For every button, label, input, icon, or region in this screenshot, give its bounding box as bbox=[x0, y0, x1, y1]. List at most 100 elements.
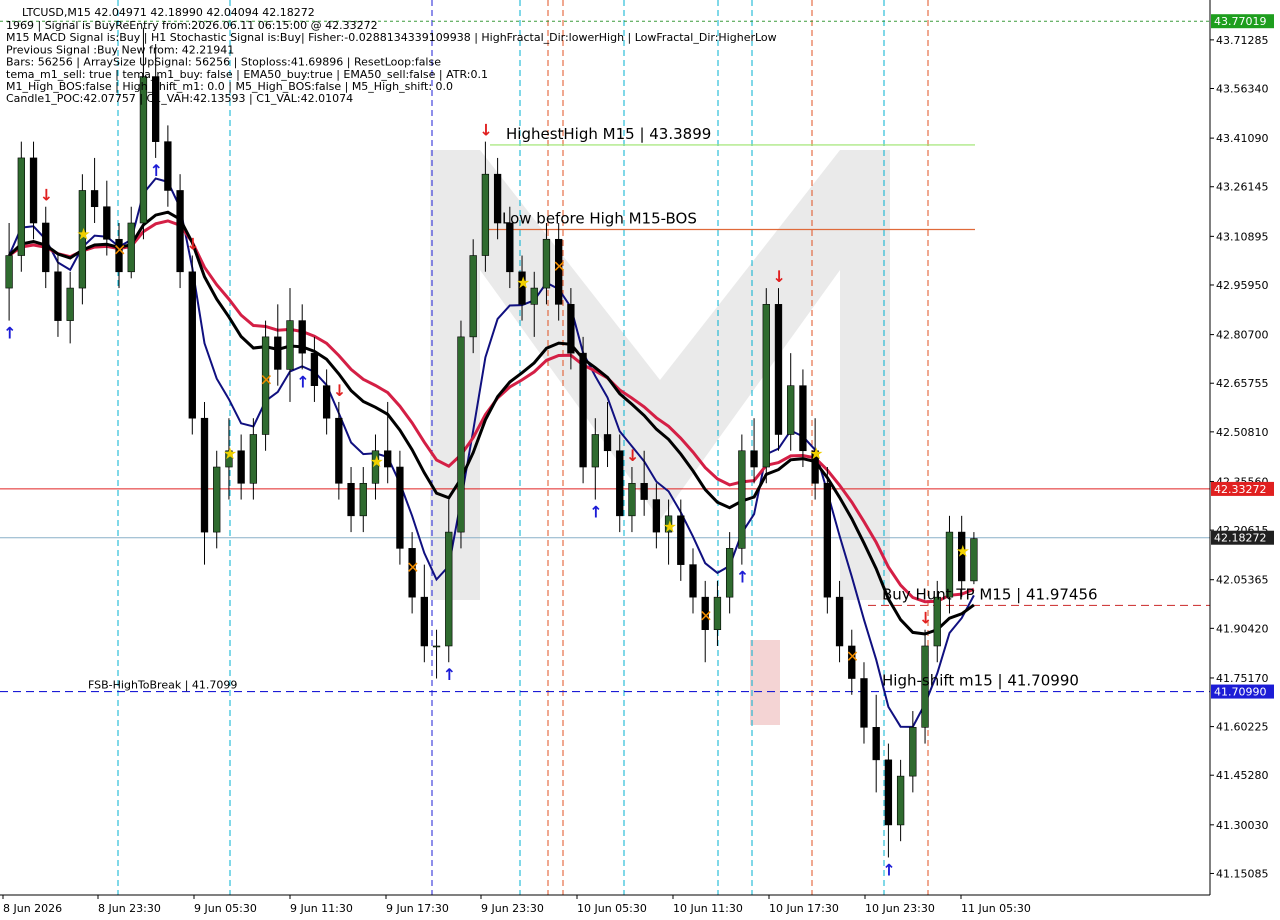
cross-icon: ✕ bbox=[406, 558, 419, 577]
x-tick-label: 9 Jun 23:30 bbox=[481, 902, 544, 915]
y-tick-label: 41.45280 bbox=[1216, 769, 1269, 782]
y-tick-label: 42.65755 bbox=[1216, 377, 1269, 390]
candle-body bbox=[66, 287, 74, 321]
y-tick-label: 41.30030 bbox=[1216, 819, 1269, 832]
candle-body bbox=[237, 450, 245, 484]
y-tick-label: 42.05365 bbox=[1216, 574, 1269, 587]
y-tick-label: 43.56340 bbox=[1216, 82, 1269, 95]
candle-body bbox=[774, 304, 783, 435]
sell-arrow-icon: ↓ bbox=[919, 609, 932, 628]
candle-body bbox=[432, 645, 441, 648]
info-line: 1969 | Signal is BuyReEntry from:2026.06… bbox=[6, 19, 378, 32]
candle-body bbox=[213, 466, 221, 533]
candle-body bbox=[249, 434, 258, 484]
cross-icon: ✕ bbox=[846, 647, 859, 666]
sell-arrow-icon: ↓ bbox=[626, 446, 639, 465]
level-label: FSB-HighToBreak | 41.7099 bbox=[88, 679, 237, 692]
x-tick-label: 9 Jun 11:30 bbox=[290, 902, 353, 915]
buy-arrow-icon: ↑ bbox=[443, 665, 456, 684]
level-label: Low before High M15-BOS bbox=[502, 210, 697, 228]
candle-body bbox=[506, 222, 514, 273]
cross-icon: ✕ bbox=[113, 241, 126, 260]
candle-body bbox=[286, 320, 294, 370]
candle-body bbox=[909, 727, 917, 777]
info-line: M15 MACD Signal is:Buy | H1 Stochastic S… bbox=[6, 31, 777, 44]
sell-arrow-icon: ↓ bbox=[40, 186, 53, 205]
candle-body bbox=[750, 450, 758, 468]
candle-body bbox=[823, 482, 832, 598]
candle-body bbox=[5, 255, 13, 289]
candle-body bbox=[176, 190, 184, 273]
candle-body bbox=[127, 222, 135, 273]
star-icon: ★ bbox=[956, 541, 970, 560]
candle-body bbox=[872, 727, 880, 761]
sell-arrow-icon: ↓ bbox=[186, 235, 199, 254]
info-line: M1_High_BOS:false | High_shift_m1: 0.0 |… bbox=[6, 80, 453, 93]
candle-body bbox=[274, 336, 282, 370]
price-chart[interactable]: ↑ ↓ ★ ✕ ↑ ↓ ★ ✕ ↑ ↓ ★ ✕ ↑ ↓ ★ ✕ ↑ ↓ ★ ✕ ↑ ↓ ★ ✕ ↑ ↓ ★ HighestHigh … bbox=[0, 0, 1280, 920]
sell-arrow-icon: ↓ bbox=[479, 121, 492, 140]
candle-body bbox=[799, 385, 807, 452]
buy-arrow-icon: ↑ bbox=[3, 324, 16, 343]
candle-body bbox=[567, 304, 575, 354]
cross-icon: ✕ bbox=[699, 607, 712, 626]
chart-root: ↑ ↓ ★ ✕ ↑ ↓ ★ ✕ ↑ ↓ ★ ✕ ↑ ↓ ★ ✕ ↑ ↓ ★ ✕ ↑ ↓ ★ ✕ ↑ ↓ ★ HighestHigh … bbox=[0, 0, 1280, 920]
y-tick-label: 42.80700 bbox=[1216, 329, 1269, 342]
price-tag-label: 41.70990 bbox=[1214, 686, 1267, 699]
y-tick-label: 43.10895 bbox=[1216, 230, 1269, 243]
candle-body bbox=[42, 222, 50, 273]
buy-arrow-icon: ↑ bbox=[736, 568, 749, 587]
candle-body bbox=[860, 678, 868, 728]
candle-body bbox=[347, 482, 355, 517]
candle-body bbox=[579, 352, 587, 468]
y-tick-label: 41.90420 bbox=[1216, 622, 1269, 635]
x-tick-label: 8 Jun 23:30 bbox=[98, 902, 161, 915]
star-icon: ★ bbox=[809, 444, 823, 463]
y-tick-label: 41.60225 bbox=[1216, 721, 1269, 734]
candle-body bbox=[896, 775, 905, 826]
cross-icon: ✕ bbox=[553, 257, 566, 276]
y-tick-label: 42.50810 bbox=[1216, 426, 1269, 439]
level-label: HighestHigh M15 | 43.3899 bbox=[506, 125, 711, 143]
price-tag-label: 42.18272 bbox=[1214, 532, 1267, 545]
candle-body bbox=[628, 482, 636, 517]
price-tag-label: 43.77019 bbox=[1214, 15, 1267, 28]
candle-body bbox=[322, 385, 331, 419]
info-line: Previous Signal :Buy New from: 42.21941 bbox=[6, 43, 234, 56]
candle-body bbox=[713, 596, 722, 631]
candle-body bbox=[420, 596, 428, 647]
symbol-line: LTCUSD,M15 42.04971 42.18990 42.04094 42… bbox=[22, 6, 315, 19]
candle-body bbox=[835, 596, 844, 647]
candle-body bbox=[54, 271, 62, 321]
candle-body bbox=[481, 173, 490, 256]
candle-body bbox=[457, 336, 465, 533]
candle-body bbox=[188, 271, 196, 419]
candle-body bbox=[200, 417, 209, 533]
star-icon: ★ bbox=[369, 452, 383, 471]
candle-body bbox=[469, 255, 477, 338]
candle-body bbox=[640, 482, 648, 500]
candle-body bbox=[689, 564, 697, 598]
candle-body bbox=[396, 466, 404, 549]
candle-body bbox=[384, 450, 392, 468]
candle-body bbox=[298, 320, 306, 354]
sell-arrow-icon: ↓ bbox=[333, 381, 346, 400]
info-line: tema_m1_sell: true | tema_m1_buy: false … bbox=[6, 68, 488, 81]
candle-body bbox=[725, 548, 734, 598]
buy-arrow-icon: ↑ bbox=[589, 503, 602, 522]
candle-body bbox=[591, 434, 599, 468]
star-icon: ★ bbox=[516, 273, 530, 292]
y-axis: 43.71285 43.56340 43.41090 43.26145 43.10895… bbox=[1210, 34, 1269, 880]
info-line: Bars: 56256 | ArraySize UpSignal: 56256 … bbox=[6, 56, 441, 69]
y-tick-label: 43.26145 bbox=[1216, 181, 1269, 194]
candle-body bbox=[530, 287, 538, 305]
candle-body bbox=[17, 157, 25, 256]
candle-body bbox=[310, 352, 319, 386]
y-tick-label: 43.41090 bbox=[1216, 132, 1269, 145]
y-tick-label: 41.75170 bbox=[1216, 672, 1269, 685]
x-tick-label: 10 Jun 17:30 bbox=[769, 902, 839, 915]
candle-body bbox=[359, 482, 367, 517]
x-axis: 8 Jun 2026 8 Jun 23:30 9 Jun 05:30 9 Jun 11… bbox=[2, 895, 1031, 915]
candle-body bbox=[164, 141, 172, 191]
sell-arrow-icon: ↓ bbox=[772, 267, 785, 286]
